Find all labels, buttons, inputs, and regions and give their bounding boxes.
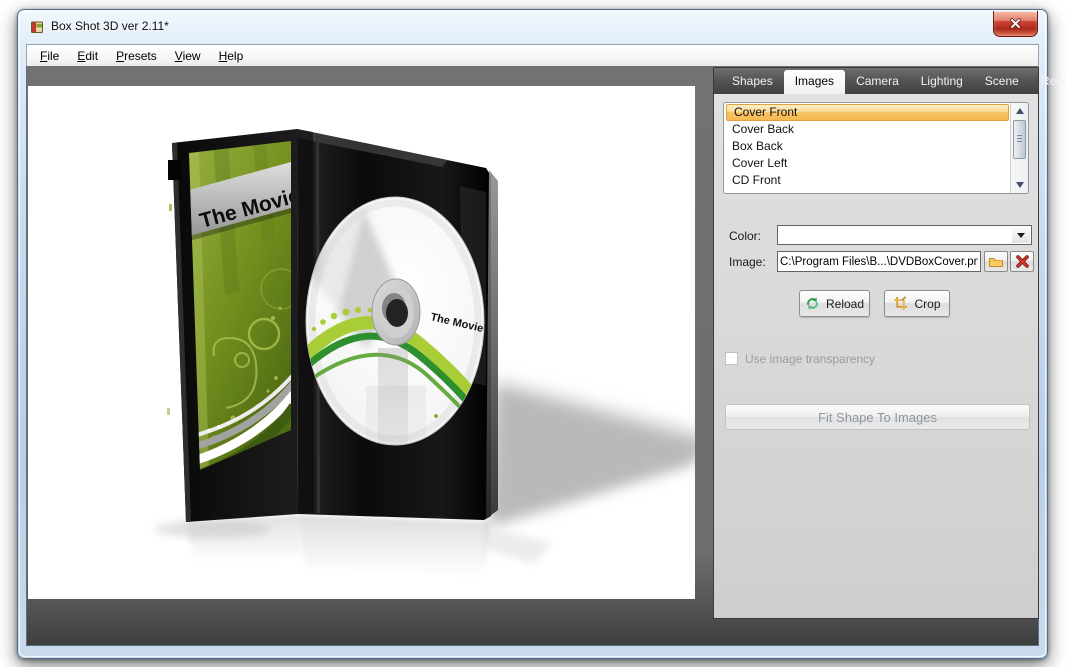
clear-image-button[interactable] <box>1010 251 1034 272</box>
color-label: Color: <box>729 229 762 243</box>
crop-label: Crop <box>914 296 941 311</box>
folder-icon <box>989 257 1003 267</box>
crop-icon <box>894 296 908 311</box>
thumb-grip-icon <box>1017 135 1022 143</box>
list-item-cover-front[interactable]: Cover Front <box>726 104 1009 121</box>
menubar: File Edit Presets View Help <box>26 44 1039 67</box>
window-title: Box Shot 3D ver 2.11* <box>51 19 169 33</box>
scroll-up-button[interactable] <box>1011 104 1028 118</box>
side-panel: Shapes Images Camera Lighting Scene Rend… <box>713 67 1067 619</box>
reload-icon <box>807 297 818 310</box>
client-area: The Movie The Movie Shapes Images Camera… <box>26 67 1067 646</box>
list-item-cd-front[interactable]: CD Front <box>725 172 1010 189</box>
scroll-down-button[interactable] <box>1011 178 1028 192</box>
app-icon <box>31 21 43 33</box>
tab-render[interactable]: Render <box>1030 68 1067 94</box>
image-slot-list: Cover Front Cover Back Box Back Cover Le… <box>723 102 1029 194</box>
list-item-box-back[interactable]: Box Back <box>725 138 1010 155</box>
dvd-box-scene: The Movie The Movie <box>155 129 730 576</box>
browse-image-button[interactable] <box>984 251 1008 272</box>
tab-lighting[interactable]: Lighting <box>910 68 974 94</box>
transparency-checkbox[interactable] <box>725 352 738 365</box>
scroll-thumb[interactable] <box>1013 120 1026 159</box>
images-tab-panel: Cover Front Cover Back Box Back Cover Le… <box>713 94 1039 619</box>
chevron-down-icon <box>1017 232 1025 238</box>
image-path-input[interactable] <box>777 251 981 272</box>
close-button[interactable] <box>993 11 1038 37</box>
menu-view[interactable]: View <box>166 46 210 66</box>
tab-shapes[interactable]: Shapes <box>721 68 784 94</box>
panel-tabs: Shapes Images Camera Lighting Scene Rend… <box>713 67 1067 94</box>
fit-shape-label: Fit Shape To Images <box>818 409 937 425</box>
reload-button[interactable]: Reload <box>799 290 870 317</box>
menu-help[interactable]: Help <box>210 46 253 66</box>
fit-shape-button[interactable]: Fit Shape To Images <box>725 404 1030 430</box>
crop-button[interactable]: Crop <box>884 290 950 317</box>
list-scrollbar[interactable] <box>1010 103 1028 193</box>
tab-scene[interactable]: Scene <box>974 68 1030 94</box>
remove-x-icon <box>1015 255 1029 268</box>
menu-file[interactable]: File <box>31 46 68 66</box>
tab-camera[interactable]: Camera <box>845 68 910 94</box>
menu-edit[interactable]: Edit <box>68 46 107 66</box>
arrow-down-icon <box>1015 182 1024 188</box>
close-icon <box>1010 18 1021 29</box>
titlebar[interactable]: Box Shot 3D ver 2.11* <box>18 10 1047 44</box>
arrow-up-icon <box>1015 108 1024 114</box>
color-dropdown[interactable] <box>777 225 1032 245</box>
list-item-cover-left[interactable]: Cover Left <box>725 155 1010 172</box>
desktop: Box Shot 3D ver 2.11* File Edit Presets … <box>0 0 1067 667</box>
list-item-cover-back[interactable]: Cover Back <box>725 121 1010 138</box>
render-viewport-3d[interactable]: The Movie The Movie <box>28 86 730 599</box>
color-dropdown-button[interactable] <box>1012 227 1030 243</box>
transparency-label: Use image transparency <box>745 352 876 366</box>
reload-label: Reload <box>825 296 865 311</box>
app-window: Box Shot 3D ver 2.11* File Edit Presets … <box>17 9 1067 659</box>
menu-presets[interactable]: Presets <box>107 46 166 66</box>
image-label: Image: <box>729 255 766 269</box>
tab-images[interactable]: Images <box>783 70 846 94</box>
